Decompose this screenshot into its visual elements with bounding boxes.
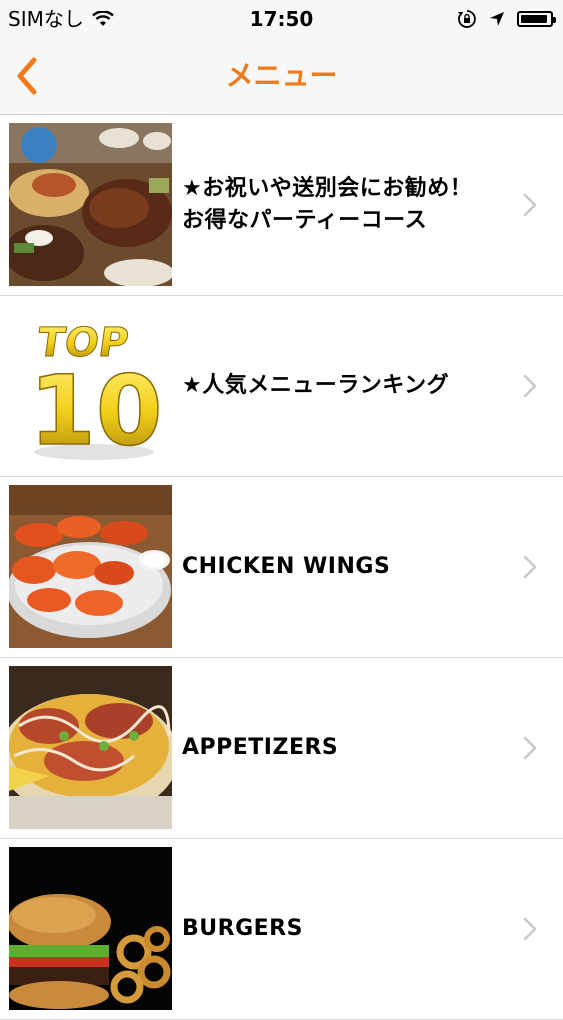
party-course-thumbnail	[9, 123, 172, 286]
menu-item-label: APPETIZERS	[182, 735, 339, 761]
menu-list: ★お祝いや送別会にお勧め！ お得なパーティーコース TOP 10 ★人気メニュー…	[0, 115, 563, 1020]
status-right	[457, 0, 556, 38]
chevron-right-icon	[523, 374, 537, 398]
menu-item-chicken-wings[interactable]: CHICKEN WINGS	[0, 477, 563, 658]
menu-item-burgers[interactable]: BURGERS	[0, 839, 563, 1020]
menu-item-party-course[interactable]: ★お祝いや送別会にお勧め！ お得なパーティーコース	[0, 115, 563, 296]
location-arrow-icon	[489, 11, 505, 27]
appetizers-thumbnail	[9, 666, 172, 829]
menu-item-label: ★お祝いや送別会にお勧め！ お得なパーティーコース	[182, 176, 473, 233]
chicken-wings-thumbnail	[9, 485, 172, 648]
navigation-bar: メニュー	[0, 38, 563, 115]
svg-text:10: 10	[29, 355, 163, 467]
menu-item-label: ★人気メニューランキング	[182, 373, 450, 399]
menu-item-label: BURGERS	[182, 916, 303, 942]
chevron-right-icon	[523, 555, 537, 579]
menu-item-label: CHICKEN WINGS	[182, 554, 391, 580]
menu-item-ranking[interactable]: TOP 10 ★人気メニューランキング	[0, 296, 563, 477]
burgers-thumbnail	[9, 847, 172, 1010]
chevron-right-icon	[523, 193, 537, 217]
chevron-right-icon	[523, 736, 537, 760]
chevron-right-icon	[523, 917, 537, 941]
top10-thumbnail: TOP 10	[9, 304, 172, 467]
orientation-lock-icon	[457, 9, 477, 29]
status-bar: SIMなし 17:50	[0, 0, 563, 38]
menu-item-appetizers[interactable]: APPETIZERS	[0, 658, 563, 839]
page-title: メニュー	[225, 59, 338, 92]
battery-icon	[517, 11, 556, 27]
